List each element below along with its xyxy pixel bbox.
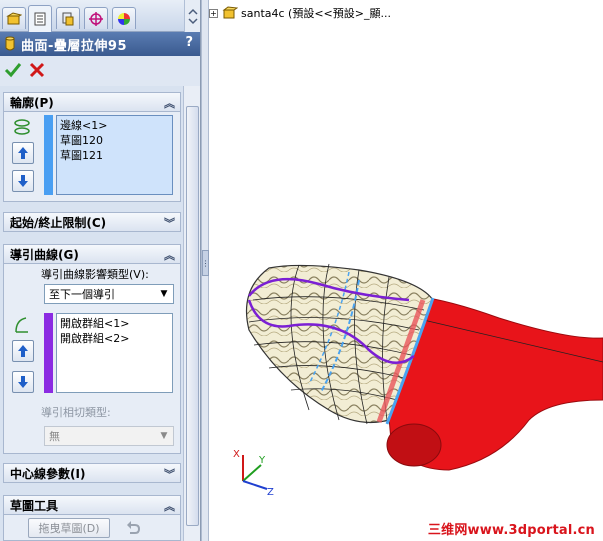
move-up-button[interactable] xyxy=(12,142,34,164)
tab-configuration-manager[interactable] xyxy=(56,7,80,29)
x-icon xyxy=(29,62,45,78)
dropdown-arrow-icon: ▼ xyxy=(160,289,168,299)
undo-button[interactable] xyxy=(124,519,142,537)
dropdown-arrow-icon: ▼ xyxy=(160,431,168,441)
move-down-button[interactable] xyxy=(12,371,34,393)
list-item[interactable]: 草圖120 xyxy=(60,133,169,148)
guide-color-bar xyxy=(44,313,53,393)
group-header-start-end[interactable]: 起始/終止限制(C) ︾ xyxy=(3,212,181,232)
scrollbar-thumb[interactable] xyxy=(186,106,199,526)
feature-tree-icon xyxy=(6,11,22,24)
axis-z-label: Z xyxy=(267,487,274,497)
profile-color-bar xyxy=(44,115,53,195)
crosshair-icon xyxy=(89,11,103,26)
group-header-profile[interactable]: 輪廓(P) ︽ xyxy=(3,92,181,112)
move-up-button[interactable] xyxy=(12,340,34,362)
profile-icon xyxy=(14,119,30,135)
arrow-down-icon xyxy=(18,175,28,187)
list-item[interactable]: 開啟群組<2> xyxy=(60,331,169,346)
expand-chevron-icon: ︾ xyxy=(164,468,175,481)
guide-curves-listbox[interactable]: 開啟群組<1> 開啟群組<2> xyxy=(56,313,173,393)
group-body-guide-curves: 導引曲線影響類型(V): 至下一個導引 ▼ 開啟群組<1> 開啟群組<2> 導引… xyxy=(3,264,181,454)
color-wheel-icon xyxy=(118,12,130,25)
manager-tab-bar xyxy=(0,0,200,32)
expand-chevron-icon: ︾ xyxy=(164,217,175,230)
group-title: 中心線參數(I) xyxy=(10,466,86,481)
property-manager-scrollbar[interactable] xyxy=(183,86,200,541)
watermark: 三维网www.3dportal.cn xyxy=(427,522,595,538)
group-header-centerline[interactable]: 中心線參數(I) ︾ xyxy=(3,463,181,483)
axis-y-label: Y xyxy=(258,455,266,466)
group-body-profile: 邊線<1> 草圖120 草圖121 xyxy=(3,112,181,202)
group-title: 輪廓(P) xyxy=(10,95,54,110)
collapse-chevron-icon: ︽ xyxy=(164,97,175,110)
guide-influence-label: 導引曲線影響類型(V): xyxy=(41,268,149,281)
arrow-down-icon xyxy=(18,376,28,388)
list-item[interactable]: 邊線<1> xyxy=(60,118,169,133)
coordinate-triad: X Y Z xyxy=(233,449,274,497)
panel-splitter[interactable]: ⋮ xyxy=(201,0,210,541)
tab-scroll-icon xyxy=(188,8,198,25)
configuration-icon xyxy=(62,12,74,25)
arrow-up-icon xyxy=(18,147,28,159)
checkmark-icon xyxy=(4,63,22,78)
guide-influence-select[interactable]: 至下一個導引 ▼ xyxy=(44,284,174,304)
guide-curve-icon xyxy=(15,317,28,333)
tab-property-manager[interactable] xyxy=(28,5,52,32)
select-value: 無 xyxy=(49,430,60,443)
page-title: 曲面-疊層拉伸95 xyxy=(21,38,127,54)
collapse-chevron-icon: ︽ xyxy=(164,249,175,262)
list-item[interactable]: 開啟群組<1> xyxy=(60,316,169,331)
help-button[interactable]: ? xyxy=(185,35,193,50)
tab-scroll-arrows[interactable] xyxy=(184,0,200,32)
profile-listbox[interactable]: 邊線<1> 草圖120 草圖121 xyxy=(56,115,173,195)
tab-dimxpert-manager[interactable] xyxy=(84,7,108,29)
group-header-sketch-tools[interactable]: 草圖工具 ︽ xyxy=(3,495,181,515)
loft-surface-icon xyxy=(5,36,15,51)
group-body-sketch-tools: 拖曳草圖(D) xyxy=(3,515,181,541)
list-item[interactable]: 草圖121 xyxy=(60,148,169,163)
guide-tangency-label: 導引相切類型: xyxy=(41,406,111,419)
property-manager-title-bar: 曲面-疊層拉伸95 ? xyxy=(0,32,200,56)
cancel-button[interactable] xyxy=(28,61,46,79)
group-title: 草圖工具 xyxy=(10,498,59,513)
undo-icon xyxy=(127,521,141,534)
collapse-chevron-icon: ︽ xyxy=(164,500,175,513)
tab-display-manager[interactable] xyxy=(112,7,136,29)
group-title: 導引曲線(G) xyxy=(10,247,79,262)
body-hole xyxy=(386,423,442,467)
arrow-up-icon xyxy=(18,345,28,357)
group-header-guide-curves[interactable]: 導引曲線(G) ︽ xyxy=(3,244,181,264)
axis-x-label: X xyxy=(233,449,240,460)
graphics-viewport[interactable]: + santa4c (預設<<預設>_顯... X Y Z 三维网www.3dp… xyxy=(209,0,603,541)
guide-tangency-select[interactable]: 無 ▼ xyxy=(44,426,174,446)
property-manager-icon xyxy=(34,12,46,26)
select-value: 至下一個導引 xyxy=(49,288,115,301)
drag-sketch-button[interactable]: 拖曳草圖(D) xyxy=(28,518,110,538)
drag-sketch-label: 拖曳草圖(D) xyxy=(38,522,100,535)
property-manager-panel: 曲面-疊層拉伸95 ? 輪廓(P) ︽ 邊線<1> 草圖120 草圖121 起始… xyxy=(0,0,201,541)
ok-cancel-bar xyxy=(0,56,200,86)
move-down-button[interactable] xyxy=(12,170,34,192)
tab-feature-manager[interactable] xyxy=(2,7,26,29)
property-manager-content: 輪廓(P) ︽ 邊線<1> 草圖120 草圖121 起始/終止限制(C) ︾ 導… xyxy=(0,86,183,541)
group-title: 起始/終止限制(C) xyxy=(10,215,107,230)
ok-button[interactable] xyxy=(4,61,22,79)
splitter-grip-icon[interactable]: ⋮ xyxy=(202,250,210,276)
